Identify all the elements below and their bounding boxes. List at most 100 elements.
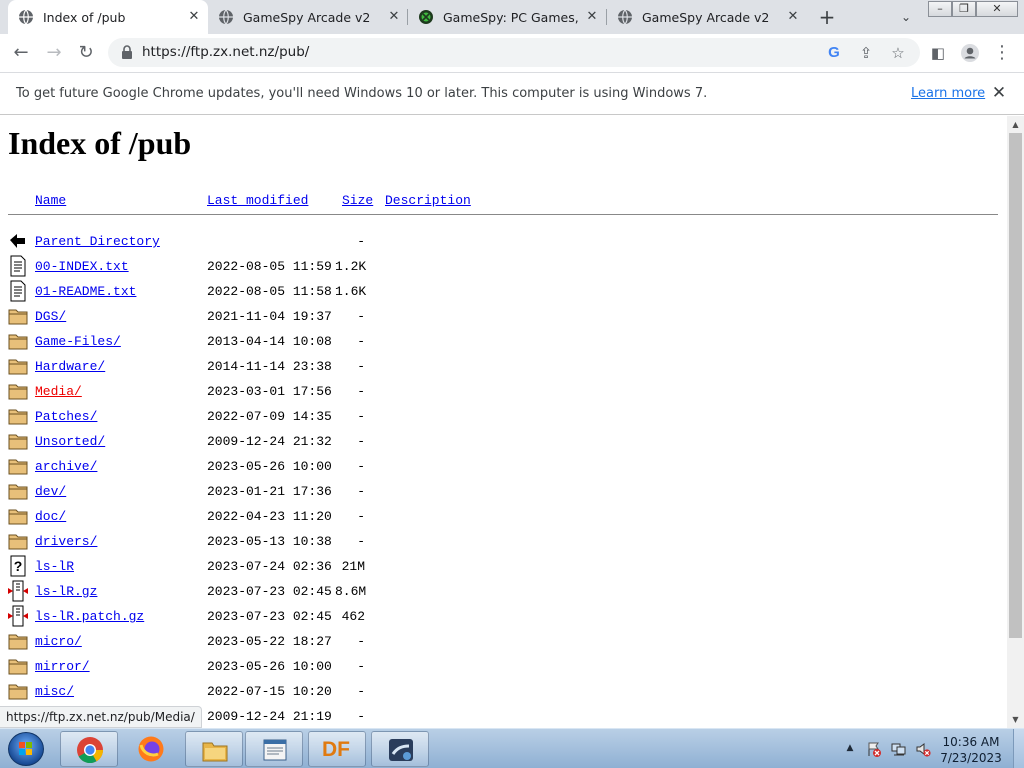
unknown-file-icon[interactable]: ? <box>8 555 28 577</box>
column-header-size[interactable]: Size <box>342 193 373 208</box>
folder-icon[interactable] <box>8 655 28 677</box>
last-modified: 2022-08-05 11:59 <box>207 259 332 274</box>
minimize-window-button[interactable]: – <box>928 1 952 17</box>
folder-icon[interactable] <box>8 380 28 402</box>
last-modified: 2023-03-01 17:56 <box>207 384 332 399</box>
column-header-last-modified[interactable]: Last modified <box>207 193 308 208</box>
back-arrow-icon[interactable] <box>8 230 28 252</box>
folder-icon[interactable] <box>8 680 28 702</box>
close-window-button[interactable]: ✕ <box>976 1 1018 17</box>
file-link[interactable]: ls-lR.gz <box>35 584 97 599</box>
folder-icon[interactable] <box>8 355 28 377</box>
google-lens-icon[interactable]: G <box>823 42 845 64</box>
folder-icon[interactable] <box>8 305 28 327</box>
scroll-down-arrow-icon[interactable]: ▼ <box>1007 711 1024 728</box>
close-tab-icon[interactable]: ✕ <box>785 9 801 25</box>
file-link[interactable]: misc/ <box>35 684 74 699</box>
file-link[interactable]: Patches/ <box>35 409 97 424</box>
close-tab-icon[interactable]: ✕ <box>584 9 600 25</box>
folder-icon[interactable] <box>8 330 28 352</box>
reload-icon[interactable]: ↻ <box>72 39 100 67</box>
side-panel-icon[interactable]: ◧ <box>924 39 952 67</box>
file-link[interactable]: Media/ <box>35 384 82 399</box>
show-desktop-button[interactable] <box>1013 729 1024 768</box>
folder-icon[interactable] <box>8 405 28 427</box>
compressed-file-icon[interactable] <box>8 605 28 627</box>
table-row: dev/2023-01-21 17:36 - <box>0 480 1000 505</box>
file-size: - <box>357 484 365 499</box>
taskbar-explorer[interactable] <box>185 731 243 767</box>
file-link[interactable]: ls-lR <box>35 559 74 574</box>
close-tab-icon[interactable]: ✕ <box>386 9 402 25</box>
kebab-menu-icon[interactable]: ⋮ <box>988 39 1016 67</box>
show-hidden-icons-chevron-icon[interactable]: ▲ <box>843 741 857 755</box>
folder-icon[interactable] <box>8 455 28 477</box>
folder-icon[interactable] <box>8 530 28 552</box>
table-row: misc/2022-07-15 10:20 - <box>0 680 1000 705</box>
column-header-name[interactable]: Name <box>35 193 66 208</box>
taskbar-app[interactable] <box>371 731 429 767</box>
url-text[interactable]: https://ftp.zx.net.nz/pub/ <box>142 44 309 60</box>
start-button[interactable] <box>8 732 44 766</box>
file-link[interactable]: 01-README.txt <box>35 284 136 299</box>
text-file-icon[interactable] <box>8 280 28 302</box>
file-link[interactable]: 00-INDEX.txt <box>35 259 129 274</box>
tab-gamespy-pc-games[interactable]: GameSpy: PC Games, Rev ✕ <box>408 0 606 34</box>
folder-icon[interactable] <box>8 630 28 652</box>
file-link[interactable]: Parent Directory <box>35 234 160 249</box>
infobar-message: To get future Google Chrome updates, you… <box>16 86 708 101</box>
folder-icon[interactable] <box>8 430 28 452</box>
bookmark-star-icon[interactable]: ☆ <box>887 42 909 64</box>
action-center-flag-icon[interactable] <box>866 741 882 757</box>
tab-index-of-pub[interactable]: Index of /pub ✕ <box>8 0 208 34</box>
last-modified: 2014-11-14 23:38 <box>207 359 332 374</box>
file-link[interactable]: ls-lR.patch.gz <box>35 609 144 624</box>
text-file-icon[interactable] <box>8 255 28 277</box>
column-header-description[interactable]: Description <box>385 193 471 208</box>
file-link[interactable]: archive/ <box>35 459 97 474</box>
clock-time[interactable]: 10:36 AM <box>936 735 1006 749</box>
last-modified: 2023-05-13 10:38 <box>207 534 332 549</box>
taskbar-chrome[interactable] <box>60 731 118 767</box>
file-link[interactable]: Hardware/ <box>35 359 105 374</box>
scrollbar-thumb[interactable] <box>1009 133 1022 638</box>
compressed-file-icon[interactable] <box>8 580 28 602</box>
vertical-scrollbar[interactable]: ▲ ▼ <box>1007 116 1024 728</box>
folder-icon[interactable] <box>8 480 28 502</box>
share-icon[interactable]: ⇪ <box>855 42 877 64</box>
file-link[interactable]: Unsorted/ <box>35 434 105 449</box>
last-modified: 2023-05-26 10:00 <box>207 459 332 474</box>
taskbar-df[interactable]: DF <box>308 731 366 767</box>
address-bar[interactable]: https://ftp.zx.net.nz/pub/ G ⇪ ☆ <box>108 38 920 67</box>
tab-gamespy-arcade-2[interactable]: GameSpy Arcade v2 ✕ <box>607 0 807 34</box>
file-link[interactable]: DGS/ <box>35 309 66 324</box>
close-infobar-icon[interactable]: ✕ <box>990 83 1008 103</box>
taskbar-notepad[interactable] <box>245 731 303 767</box>
folder-icon[interactable] <box>8 505 28 527</box>
taskbar-firefox[interactable] <box>122 731 180 767</box>
file-link[interactable]: mirror/ <box>35 659 90 674</box>
back-arrow-icon[interactable]: ← <box>7 39 35 67</box>
tab-search-chevron-icon[interactable]: ⌄ <box>897 7 915 27</box>
scroll-up-arrow-icon[interactable]: ▲ <box>1007 116 1024 133</box>
file-link[interactable]: Game-Files/ <box>35 334 121 349</box>
profile-avatar-icon[interactable] <box>956 39 984 67</box>
close-tab-icon[interactable]: ✕ <box>186 9 202 25</box>
window-icon <box>263 739 287 761</box>
clock-date[interactable]: 7/23/2023 <box>936 751 1006 765</box>
lock-icon[interactable] <box>120 44 134 60</box>
new-tab-button[interactable]: + <box>816 6 838 28</box>
forward-arrow-icon[interactable]: → <box>40 39 68 67</box>
file-link[interactable]: dev/ <box>35 484 66 499</box>
file-size: - <box>357 634 365 649</box>
learn-more-link[interactable]: Learn more <box>911 86 985 101</box>
file-link[interactable]: micro/ <box>35 634 82 649</box>
network-icon[interactable] <box>891 741 907 757</box>
file-size: 21M <box>341 559 365 574</box>
globe-icon <box>219 9 233 25</box>
volume-muted-icon[interactable] <box>915 741 931 757</box>
tab-gamespy-arcade-1[interactable]: GameSpy Arcade v2 ✕ <box>208 0 408 34</box>
file-link[interactable]: drivers/ <box>35 534 97 549</box>
file-link[interactable]: doc/ <box>35 509 66 524</box>
maximize-window-button[interactable]: ❐ <box>952 1 976 17</box>
